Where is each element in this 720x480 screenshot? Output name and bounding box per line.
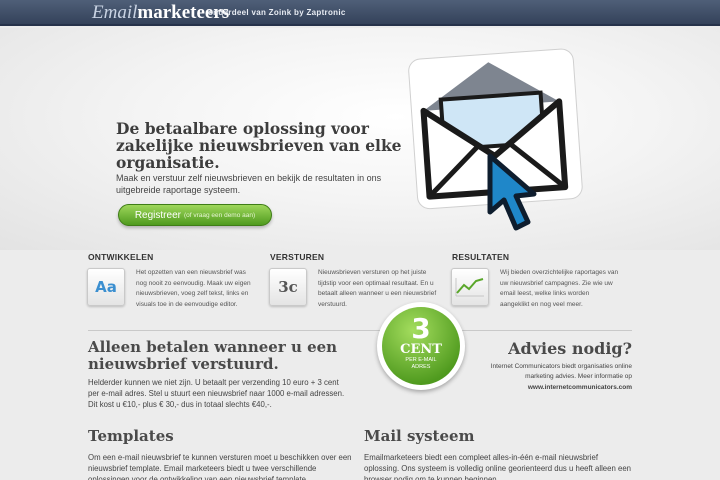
pricing-title: Alleen betalen wanneer u een nieuwsbrief… bbox=[88, 338, 338, 373]
top-header-bar: Emailmarketeers onderdeel van Zoink by Z… bbox=[0, 0, 720, 26]
price-icon: 3c bbox=[269, 268, 307, 306]
register-button-label: Registreer bbox=[134, 209, 181, 221]
hero-subline: Maak en verstuur zelf nieuwsbrieven en b… bbox=[116, 173, 382, 195]
feature-title-resultaten: RESULTATEN bbox=[452, 252, 510, 262]
pricing-text: Helderder kunnen we niet zijn. U betaalt… bbox=[88, 378, 345, 409]
chart-line-graphic bbox=[455, 278, 484, 297]
price-badge-line2: ADRES bbox=[411, 364, 431, 370]
feature-text-ontwikkelen: Het opzetten van een nieuwsbrief was nog… bbox=[136, 269, 251, 308]
advice-text: Internet Communicators biedt organisatie… bbox=[490, 363, 632, 380]
price-badge-unit: CENT bbox=[400, 342, 442, 357]
register-button[interactable]: Registreer (of vraag een demo aan) bbox=[118, 204, 272, 226]
brand-part-1: Email bbox=[92, 2, 138, 23]
section-divider bbox=[88, 330, 632, 331]
font-icon: Aa bbox=[87, 268, 125, 306]
chart-line-icon bbox=[451, 268, 489, 306]
templates-text: Om een e-mail nieuwsbrief te kunnen vers… bbox=[88, 453, 352, 480]
mailsystem-text: Emailmarketeers biedt een compleet alles… bbox=[364, 453, 631, 480]
register-button-sublabel: (of vraag een demo aan) bbox=[183, 211, 256, 219]
price-badge-inner: 3 CENT PER E-MAIL ADRES bbox=[382, 307, 460, 385]
brand-tagline: onderdeel van Zoink by Zaptronic bbox=[208, 8, 346, 17]
envelope-cursor-icon bbox=[408, 48, 583, 231]
feature-title-ontwikkelen: ONTWIKKELEN bbox=[88, 252, 154, 262]
advice-link[interactable]: www.internetcommunicators.com bbox=[466, 383, 632, 393]
price-badge-line1: PER E-MAIL bbox=[405, 357, 437, 363]
feature-title-versturen: VERSTUREN bbox=[270, 252, 325, 262]
price-icon-text: 3c bbox=[278, 278, 298, 296]
templates-title: Templates bbox=[88, 427, 174, 445]
hero-headline: De betaalbare oplossing voor zakelijke n… bbox=[116, 119, 402, 172]
price-badge-number: 3 bbox=[411, 312, 431, 345]
advice-title: Advies nodig? bbox=[508, 339, 632, 358]
font-icon-text: Aa bbox=[95, 278, 117, 296]
mailsystem-title: Mail systeem bbox=[364, 427, 475, 445]
price-badge: 3 CENT PER E-MAIL ADRES bbox=[377, 302, 465, 390]
feature-text-resultaten: Wij bieden overzichtelijke raportages va… bbox=[500, 269, 619, 308]
